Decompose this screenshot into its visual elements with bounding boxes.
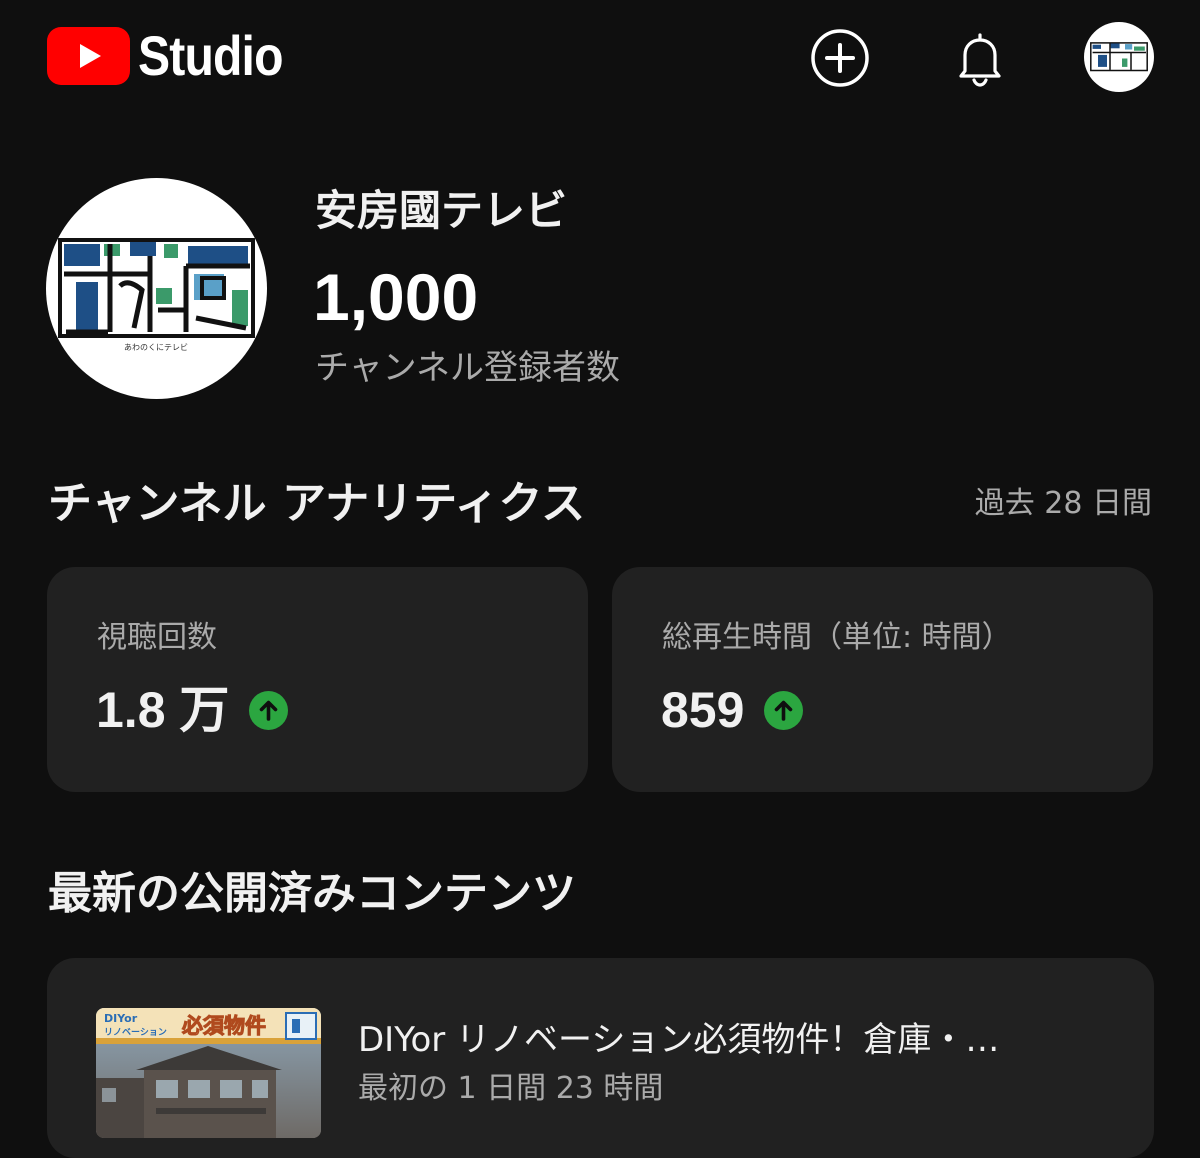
analytics-period: 過去 28 日間	[974, 486, 1152, 521]
notifications-button[interactable]	[949, 27, 1011, 89]
subscriber-count: 1,000	[313, 260, 479, 334]
thumb-banner-small: DIYor	[104, 1012, 138, 1025]
watch-time-label: 総再生時間（単位: 時間）	[662, 620, 1012, 655]
views-value: 1.8 万	[96, 682, 230, 738]
top-app-bar: Studio	[0, 0, 1200, 115]
account-avatar[interactable]	[1084, 22, 1154, 92]
channel-name: 安房國テレビ	[315, 186, 568, 235]
thumb-banner-big: 必須物件	[182, 1014, 266, 1038]
video-thumbnail[interactable]: DIYor リノベーション 必須物件	[96, 1008, 321, 1138]
channel-avatar[interactable]: あわのくにテレビ	[46, 178, 267, 399]
thumb-banner-small2: リノベーション	[104, 1027, 167, 1038]
watch-time-value-row: 859	[661, 679, 804, 741]
watch-time-card[interactable]: 総再生時間（単位: 時間） 859	[612, 567, 1153, 792]
views-label: 視聴回数	[97, 620, 217, 655]
youtube-logo-icon	[47, 27, 130, 85]
video-stats: 最初の 1 日間 23 時間	[358, 1071, 664, 1106]
channel-logo-icon	[1090, 42, 1148, 72]
logo-text: Studio	[138, 24, 284, 87]
trend-up-icon	[249, 690, 289, 730]
views-card[interactable]: 視聴回数 1.8 万	[47, 567, 588, 792]
channel-logo-caption: あわのくにテレビ	[124, 343, 188, 352]
analytics-section-title: チャンネル アナリティクス	[48, 478, 586, 529]
bell-icon	[959, 33, 1001, 87]
create-button[interactable]	[809, 27, 871, 89]
views-value-row: 1.8 万	[96, 679, 289, 741]
youtube-studio-logo[interactable]: Studio	[47, 27, 306, 85]
channel-logo-icon: あわのくにテレビ	[58, 238, 255, 352]
plus-circle-icon	[811, 29, 869, 87]
watch-time-value: 859	[661, 682, 745, 738]
latest-content-title: 最新の公開済みコンテンツ	[48, 868, 576, 919]
subscriber-label: チャンネル登録者数	[315, 348, 620, 388]
latest-video-card[interactable]: DIYor リノベーション 必須物件 DIYor リノベーション必須物件！倉庫・…	[47, 958, 1154, 1158]
video-title[interactable]: DIYor リノベーション必須物件！倉庫・…	[358, 1016, 1098, 1064]
trend-up-icon	[764, 690, 804, 730]
